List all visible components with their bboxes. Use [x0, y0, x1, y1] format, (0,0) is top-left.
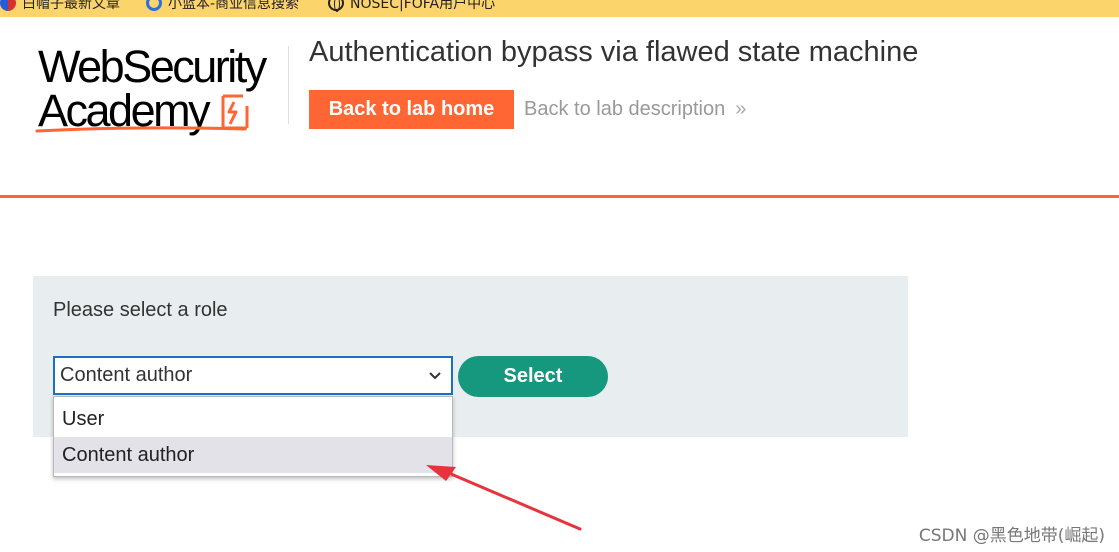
back-to-lab-description-label: Back to lab description — [524, 98, 726, 120]
bookmarks-bar: 白帽子最新文章 小蓝本-商业信息搜索 NOSEC|FOFA用户中心 — [0, 0, 1119, 17]
bookmark-item[interactable]: 白帽子最新文章 — [0, 0, 120, 13]
role-dropdown-list: User Content author — [53, 396, 453, 477]
flag-icon — [0, 0, 16, 11]
page-title: Authentication bypass via flawed state m… — [309, 36, 919, 68]
csdn-watermark: CSDN @黑色地带(崛起) — [918, 526, 1105, 546]
bookmark-label: 小蓝本-商业信息搜索 — [168, 0, 300, 12]
back-to-lab-description-link[interactable]: Back to lab description » — [524, 98, 746, 121]
header-bottom-rule — [0, 195, 1119, 198]
select-role-button[interactable]: Select — [458, 356, 608, 397]
role-option-user[interactable]: User — [54, 401, 452, 437]
bookmark-label: NOSEC|FOFA用户中心 — [350, 0, 496, 12]
role-select[interactable]: Content author — [53, 356, 453, 395]
role-option-content-author[interactable]: Content author — [54, 437, 452, 473]
globe-icon — [328, 0, 344, 12]
bookmark-item[interactable]: NOSEC|FOFA用户中心 — [328, 0, 495, 13]
header-divider — [288, 46, 289, 124]
logo-underline-swoosh — [35, 126, 247, 133]
role-prompt-label: Please select a role — [53, 299, 228, 321]
role-select-value: Content author — [60, 364, 193, 386]
chevron-down-icon — [429, 372, 441, 380]
bookmark-item[interactable]: 小蓝本-商业信息搜索 — [146, 0, 299, 13]
annotation-arrow — [426, 465, 582, 531]
back-to-lab-home-button[interactable]: Back to lab home — [309, 90, 514, 129]
bookmark-label: 白帽子最新文章 — [22, 0, 120, 12]
web-security-academy-logo[interactable]: WebSecurity Academy — [35, 44, 285, 136]
g-logo-icon — [146, 0, 162, 11]
logo-text-line1: WebSecurity — [38, 41, 267, 92]
double-chevron-right-icon: » — [735, 98, 746, 120]
